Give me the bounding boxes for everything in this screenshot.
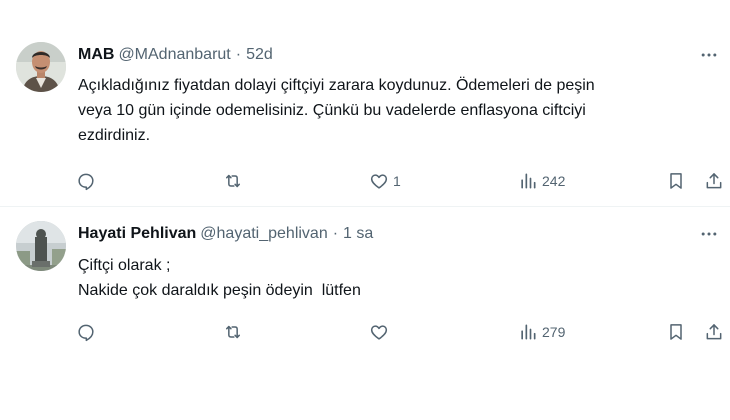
- avatar-photo-monument-icon: [16, 221, 66, 271]
- retweet-button[interactable]: [223, 320, 243, 344]
- like-button[interactable]: 1: [369, 169, 401, 193]
- tweet-header: MAB @MAdnanbarut · 52d: [78, 44, 273, 66]
- heart-icon: [370, 174, 388, 189]
- reply-icon: [78, 173, 94, 191]
- bookmark-button[interactable]: [666, 320, 686, 344]
- tweet-header: Hayati Pehlivan @hayati_pehlivan · 1 sa: [78, 223, 373, 245]
- avatar-photo-man-icon: [16, 42, 66, 92]
- tweet-text-line: Nakide çok daraldık peşin ödeyin lütfen: [78, 282, 361, 299]
- more-options-button[interactable]: [696, 44, 722, 66]
- views-button[interactable]: 279: [518, 320, 565, 344]
- view-count: 279: [542, 324, 566, 340]
- views-chart-icon: [521, 324, 536, 340]
- bookmark-button[interactable]: [666, 169, 686, 193]
- bookmark-icon: [670, 173, 682, 189]
- author-name[interactable]: Hayati Pehlivan: [78, 225, 196, 243]
- share-button[interactable]: [704, 169, 724, 193]
- tweet-text-line: Açıkladığınız fiyatdan dolayi çiftçiyi z…: [78, 77, 595, 94]
- avatar[interactable]: [16, 221, 66, 271]
- share-button[interactable]: [704, 320, 724, 344]
- like-button[interactable]: [369, 320, 393, 344]
- more-options-button[interactable]: [696, 223, 722, 245]
- retweet-icon: [226, 325, 240, 339]
- share-icon: [706, 173, 722, 189]
- tweet-text: Çiftçi olarak ; Nakide çok daraldık peşi…: [78, 253, 718, 303]
- heart-icon: [370, 325, 388, 340]
- like-count: 1: [393, 173, 401, 189]
- tweet-text-line: veya 10 gün içinde odemelisiniz. Çünkü b…: [78, 102, 586, 119]
- timestamp[interactable]: 1 sa: [343, 225, 373, 243]
- view-count: 242: [542, 173, 566, 189]
- tweet[interactable]: Hayati Pehlivan @hayati_pehlivan · 1 sa …: [0, 207, 730, 420]
- reply-button[interactable]: [76, 320, 96, 344]
- action-bar: 1 242: [76, 169, 724, 193]
- author-name[interactable]: MAB: [78, 46, 114, 64]
- timestamp[interactable]: 52d: [246, 46, 273, 64]
- avatar[interactable]: [16, 42, 66, 92]
- views-chart-icon: [521, 173, 536, 189]
- views-button[interactable]: 242: [518, 169, 565, 193]
- tweet[interactable]: MAB @MAdnanbarut · 52d Açıkladığınız fiy…: [0, 30, 730, 206]
- retweet-icon: [226, 174, 240, 188]
- author-handle[interactable]: @MAdnanbarut: [118, 46, 230, 64]
- reply-icon: [78, 324, 94, 342]
- author-handle[interactable]: @hayati_pehlivan: [200, 225, 327, 243]
- tweet-text-line: Çiftçi olarak ;: [78, 257, 171, 274]
- retweet-button[interactable]: [223, 169, 243, 193]
- separator: ·: [235, 46, 242, 63]
- share-icon: [706, 324, 722, 340]
- tweet-text-line: ezdirdiniz.: [78, 127, 151, 144]
- reply-button[interactable]: [76, 169, 96, 193]
- action-bar: 279: [76, 320, 724, 344]
- separator: ·: [332, 225, 339, 242]
- more-icon: [701, 232, 717, 236]
- more-icon: [701, 53, 717, 57]
- bookmark-icon: [670, 324, 682, 340]
- tweet-text: Açıkladığınız fiyatdan dolayi çiftçiyi z…: [78, 73, 718, 148]
